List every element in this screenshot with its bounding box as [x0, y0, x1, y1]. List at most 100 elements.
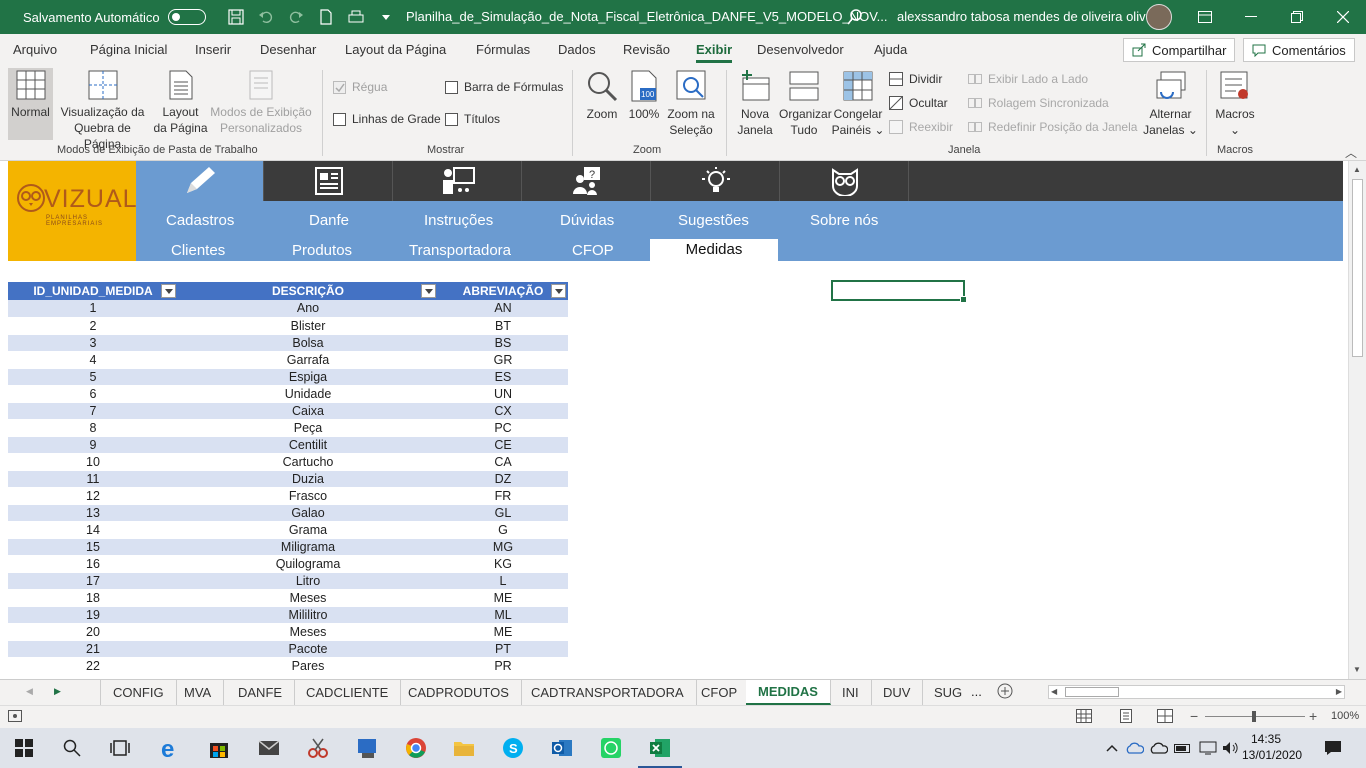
zoom-out-icon[interactable]: − — [1190, 708, 1198, 724]
cell-id[interactable]: 13 — [8, 504, 178, 522]
cell-abreviacao[interactable]: ML — [438, 606, 568, 624]
table-row[interactable]: 16 Quilograma KG — [8, 555, 568, 573]
tab-exibir[interactable]: Exibir — [696, 42, 733, 63]
clock[interactable]: 14:35 13/01/2020 — [1242, 731, 1302, 763]
edge-icon[interactable]: e — [159, 736, 183, 760]
table-row[interactable]: 17 Litro L — [8, 572, 568, 590]
table-row[interactable]: 20 Meses ME — [8, 623, 568, 641]
cell-id[interactable]: 6 — [8, 385, 178, 403]
sheet-tab-mva[interactable]: MVA — [172, 680, 225, 705]
cell-id[interactable]: 22 — [8, 657, 178, 675]
cell-id[interactable]: 1 — [8, 300, 178, 318]
sync-scroll-button[interactable]: Rolagem Sincronizada — [968, 96, 1109, 110]
ribbon-display-icon[interactable] — [1182, 0, 1228, 34]
add-sheet-icon[interactable] — [997, 683, 1013, 702]
sheet-tab-cfop[interactable]: CFOP — [689, 680, 751, 705]
cell-descricao[interactable]: Pacote — [178, 640, 438, 658]
show-hidden-icons[interactable] — [1100, 736, 1124, 760]
cell-abreviacao[interactable]: L — [438, 572, 568, 590]
table-row[interactable]: 9 Centilit CE — [8, 436, 568, 454]
cell-descricao[interactable]: Espiga — [178, 368, 438, 386]
table-row[interactable]: 1 Ano AN — [8, 300, 568, 318]
cell-descricao[interactable]: Bolsa — [178, 334, 438, 352]
table-row[interactable]: 18 Meses ME — [8, 589, 568, 607]
cell-descricao[interactable]: Litro — [178, 572, 438, 590]
cell-abreviacao[interactable]: ES — [438, 368, 568, 386]
cell-abreviacao[interactable]: KG — [438, 555, 568, 573]
avatar[interactable] — [1146, 4, 1172, 30]
whatsapp-icon[interactable] — [599, 736, 623, 760]
nav-instrucoes[interactable]: Instruções — [424, 212, 493, 229]
search-icon[interactable] — [846, 8, 864, 29]
cell-descricao[interactable]: Centilit — [178, 436, 438, 454]
page-break-view-button[interactable]: Visualização da Quebra de Página — [55, 70, 150, 152]
cell-descricao[interactable]: Meses — [178, 589, 438, 607]
cell-descricao[interactable]: Peça — [178, 419, 438, 437]
cell-abreviacao[interactable]: FR — [438, 487, 568, 505]
tab-arquivo[interactable]: Arquivo — [13, 42, 57, 57]
cell-descricao[interactable]: Mililitro — [178, 606, 438, 624]
cell-id[interactable]: 5 — [8, 368, 178, 386]
sheet-tab-danfe[interactable]: DANFE — [226, 680, 296, 705]
nav-sobre-nos[interactable]: Sobre nós — [810, 212, 878, 229]
header-abreviacao[interactable]: ABREVIAÇÃO — [438, 282, 568, 300]
tab-ajuda[interactable]: Ajuda — [874, 42, 907, 57]
customize-qat-icon[interactable] — [378, 9, 394, 25]
nav-medidas[interactable]: Medidas — [650, 239, 778, 261]
file-explorer-icon[interactable] — [452, 736, 476, 760]
zoom-100-button[interactable]: 100 100% — [626, 70, 662, 122]
scroll-down-icon[interactable]: ▼ — [1353, 665, 1361, 674]
sheet-tab-cadtransportadora[interactable]: CADTRANSPORTADORA — [519, 680, 697, 705]
cell-descricao[interactable]: Duzia — [178, 470, 438, 488]
hide-button[interactable]: Ocultar — [889, 96, 948, 110]
cell-abreviacao[interactable]: GL — [438, 504, 568, 522]
table-row[interactable]: 3 Bolsa BS — [8, 334, 568, 352]
scroll-up-icon[interactable]: ▲ — [1353, 165, 1361, 174]
cell-descricao[interactable]: Caixa — [178, 402, 438, 420]
print-icon[interactable] — [348, 9, 364, 25]
cell-descricao[interactable]: Meses — [178, 623, 438, 641]
view-side-by-side-button[interactable]: Exibir Lado a Lado — [968, 72, 1088, 86]
skype-icon[interactable]: S — [501, 736, 525, 760]
nav-sobre-icon[interactable] — [781, 161, 909, 201]
cell-id[interactable]: 12 — [8, 487, 178, 505]
table-row[interactable]: 11 Duzia DZ — [8, 470, 568, 488]
page-layout-status-icon[interactable] — [1118, 709, 1134, 726]
tab-inserir[interactable]: Inserir — [195, 42, 231, 57]
table-row[interactable]: 21 Pacote PT — [8, 640, 568, 658]
table-row[interactable]: 15 Miligrama MG — [8, 538, 568, 556]
table-row[interactable]: 10 Cartucho CA — [8, 453, 568, 471]
cell-abreviacao[interactable]: CX — [438, 402, 568, 420]
cell-abreviacao[interactable]: PC — [438, 419, 568, 437]
sheet-tab-duv[interactable]: DUV — [871, 680, 924, 705]
zoom-slider-thumb[interactable] — [1252, 711, 1256, 722]
minimize-icon[interactable] — [1228, 0, 1274, 34]
cell-id[interactable]: 10 — [8, 453, 178, 471]
nav-sugestoes[interactable]: Sugestões — [678, 212, 749, 229]
cell-id[interactable]: 4 — [8, 351, 178, 369]
battery-icon[interactable] — [1171, 736, 1195, 760]
store-icon[interactable] — [207, 736, 231, 760]
cell-id[interactable]: 15 — [8, 538, 178, 556]
ruler-checkbox[interactable]: Régua — [333, 80, 387, 94]
cell-abreviacao[interactable]: CE — [438, 436, 568, 454]
more-sheets-button[interactable]: ... — [971, 684, 982, 699]
notifications-icon[interactable] — [1321, 736, 1345, 760]
table-row[interactable]: 6 Unidade UN — [8, 385, 568, 403]
cell-id[interactable]: 18 — [8, 589, 178, 607]
cell-abreviacao[interactable]: G — [438, 521, 568, 539]
table-row[interactable]: 5 Espiga ES — [8, 368, 568, 386]
windows-start-icon[interactable] — [12, 736, 36, 760]
cell-abreviacao[interactable]: PR — [438, 657, 568, 675]
sheet-tab-cadcliente[interactable]: CADCLIENTE — [294, 680, 402, 705]
save-icon[interactable] — [227, 9, 244, 25]
nav-duvidas-icon[interactable]: ? — [523, 161, 651, 201]
gridlines-checkbox[interactable]: Linhas de Grade — [333, 112, 441, 126]
cell-descricao[interactable]: Blister — [178, 317, 438, 335]
nav-cfop[interactable]: CFOP — [572, 242, 614, 259]
redo-icon[interactable] — [288, 9, 304, 25]
cell-id[interactable]: 7 — [8, 402, 178, 420]
vertical-scrollbar[interactable]: ▲ ▼ — [1348, 161, 1366, 679]
split-button[interactable]: Dividir — [889, 72, 942, 86]
settings-app-icon[interactable] — [355, 736, 379, 760]
